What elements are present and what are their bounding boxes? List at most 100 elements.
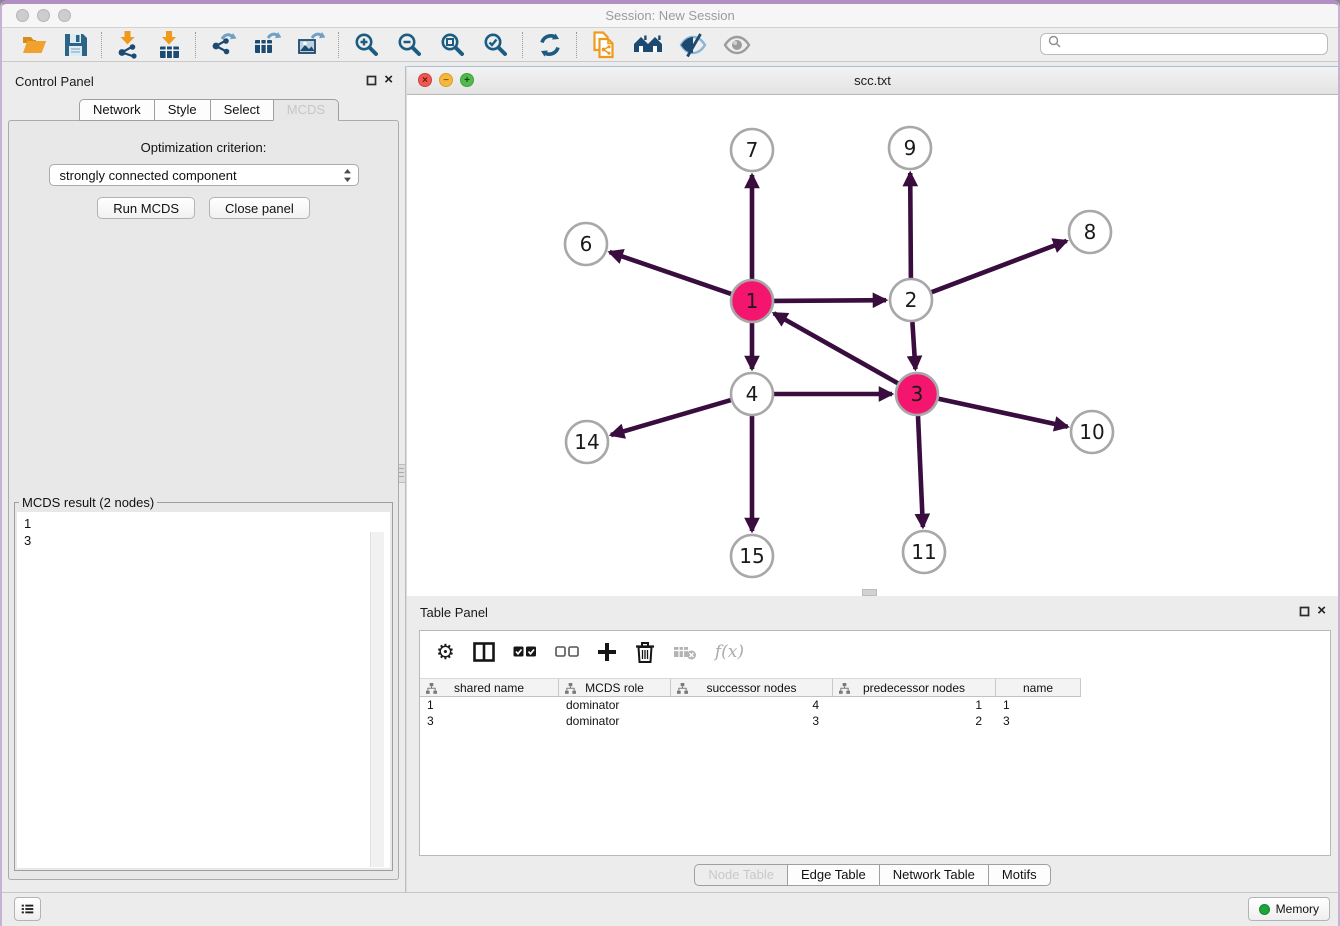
column-header-predecessor-nodes[interactable]: predecessor nodes: [833, 679, 996, 696]
zoom-in-icon[interactable]: [353, 31, 380, 58]
optimization-criterion-select[interactable]: strongly connected component: [49, 164, 359, 186]
tab-edge-table[interactable]: Edge Table: [787, 864, 880, 886]
titlebar: Session: New Session: [2, 4, 1338, 28]
refresh-icon[interactable]: [537, 32, 563, 58]
tab-motifs[interactable]: Motifs: [988, 864, 1051, 886]
table-header-row: shared name MCDS rolesuccessor nodesprede…: [420, 678, 1081, 697]
run-mcds-button[interactable]: Run MCDS: [97, 197, 195, 219]
cell-mcds-role[interactable]: dominator: [559, 714, 671, 728]
cell-name[interactable]: 3: [996, 714, 1080, 728]
import-table-icon[interactable]: [157, 31, 182, 59]
import-network-icon[interactable]: [116, 31, 141, 59]
mcds-result-title: MCDS result (2 nodes): [19, 495, 157, 510]
mcds-result-text[interactable]: 1 3: [17, 512, 390, 868]
node-label: 1: [746, 289, 759, 313]
search-input[interactable]: [1066, 36, 1320, 52]
edge-2-3[interactable]: [912, 322, 915, 369]
split-view-icon[interactable]: [473, 642, 495, 662]
float-table-panel-icon[interactable]: [1299, 606, 1310, 617]
save-icon[interactable]: [64, 33, 88, 57]
node-6[interactable]: 6: [565, 223, 607, 265]
cell-shared-name[interactable]: 3: [420, 714, 559, 728]
search-icon: [1048, 35, 1061, 53]
column-header-name[interactable]: name: [996, 679, 1080, 696]
search-box[interactable]: [1040, 33, 1328, 55]
column-label: shared name: [454, 681, 524, 695]
edge-1-6[interactable]: [610, 252, 732, 294]
node-14[interactable]: 14: [566, 421, 608, 463]
export-image-icon[interactable]: [297, 31, 325, 58]
node-4[interactable]: 4: [731, 373, 773, 415]
clone-network-icon[interactable]: [591, 31, 617, 59]
node-label: 15: [739, 544, 764, 568]
float-panel-icon[interactable]: [366, 75, 377, 86]
edge-2-9[interactable]: [910, 173, 911, 278]
task-history-button[interactable]: [14, 897, 41, 921]
close-panel-icon[interactable]: ×: [384, 71, 393, 89]
add-icon[interactable]: [597, 642, 617, 662]
export-network-icon[interactable]: [210, 32, 237, 58]
close-panel-button[interactable]: Close panel: [209, 197, 310, 219]
deselect-all-icon[interactable]: [555, 645, 579, 659]
table-panel: Table Panel × ⚙ f(x) shared name MCDS role…: [407, 596, 1338, 893]
node-1[interactable]: 1: [731, 280, 773, 322]
node-3[interactable]: 3: [896, 373, 938, 415]
first-neighbors-icon[interactable]: [633, 33, 663, 56]
table-row[interactable]: 1dominator411: [420, 697, 1081, 713]
column-header-mcds-role[interactable]: MCDS role: [559, 679, 671, 696]
memory-button[interactable]: Memory: [1248, 897, 1330, 921]
network-graph[interactable]: 1 2 3 4 6 7 8 9 10 11 14 15: [407, 94, 1340, 597]
visibility-icon[interactable]: [723, 34, 751, 56]
node-7[interactable]: 7: [731, 129, 773, 171]
cell-name[interactable]: 1: [996, 698, 1080, 712]
edge-3-11[interactable]: [918, 416, 923, 527]
tab-network[interactable]: Network: [79, 99, 155, 121]
split-pane-grip[interactable]: [862, 589, 877, 596]
tab-node-table[interactable]: Node Table: [694, 864, 788, 886]
zoom-selected-icon[interactable]: [482, 31, 509, 58]
close-table-panel-icon[interactable]: ×: [1317, 602, 1326, 620]
memory-status-icon: [1259, 904, 1270, 915]
open-folder-icon[interactable]: [21, 33, 48, 56]
node-11[interactable]: 11: [903, 531, 945, 573]
node-9[interactable]: 9: [889, 127, 931, 169]
tab-select[interactable]: Select: [210, 99, 274, 121]
table-row[interactable]: 3dominator323: [420, 713, 1081, 729]
gear-icon[interactable]: ⚙: [436, 642, 455, 663]
node-15[interactable]: 15: [731, 535, 773, 577]
cell-predecessor-nodes[interactable]: 2: [833, 714, 996, 728]
network-canvas[interactable]: 1 2 3 4 6 7 8 9 10 11 14 15: [407, 94, 1338, 596]
optimization-criterion-label: Optimization criterion:: [9, 140, 398, 155]
edge-3-10[interactable]: [939, 399, 1068, 427]
node-10[interactable]: 10: [1071, 411, 1113, 453]
zoom-fit-icon[interactable]: [439, 31, 466, 58]
function-icon: f(x): [715, 642, 744, 662]
tab-style[interactable]: Style: [154, 99, 211, 121]
edge-1-2[interactable]: [774, 300, 886, 301]
node-8[interactable]: 8: [1069, 211, 1111, 253]
edge-3-1[interactable]: [774, 313, 898, 383]
delete-icon[interactable]: [635, 641, 655, 663]
export-table-icon[interactable]: [253, 31, 281, 58]
edge-2-8[interactable]: [932, 241, 1067, 292]
cell-mcds-role[interactable]: dominator: [559, 698, 671, 712]
delete-table-icon: [673, 644, 697, 660]
hierarchy-icon: [839, 683, 850, 697]
tab-mcds[interactable]: MCDS: [273, 99, 339, 121]
table-panel-title: Table Panel: [420, 605, 488, 620]
cell-successor-nodes[interactable]: 4: [671, 698, 833, 712]
result-scrollbar[interactable]: [370, 532, 384, 867]
column-header-successor-nodes[interactable]: successor nodes: [671, 679, 833, 696]
show-hide-icon[interactable]: [679, 32, 707, 58]
cell-predecessor-nodes[interactable]: 1: [833, 698, 996, 712]
cell-shared-name[interactable]: 1: [420, 698, 559, 712]
select-all-icon[interactable]: [513, 645, 537, 659]
table-toolbar: ⚙ f(x): [420, 631, 1330, 673]
column-header-shared-name[interactable]: shared name: [420, 679, 559, 696]
zoom-out-icon[interactable]: [396, 31, 423, 58]
edge-4-14[interactable]: [611, 400, 731, 435]
cell-successor-nodes[interactable]: 3: [671, 714, 833, 728]
tab-network-table[interactable]: Network Table: [879, 864, 989, 886]
toolbar-group: [197, 31, 338, 58]
node-2[interactable]: 2: [890, 279, 932, 321]
